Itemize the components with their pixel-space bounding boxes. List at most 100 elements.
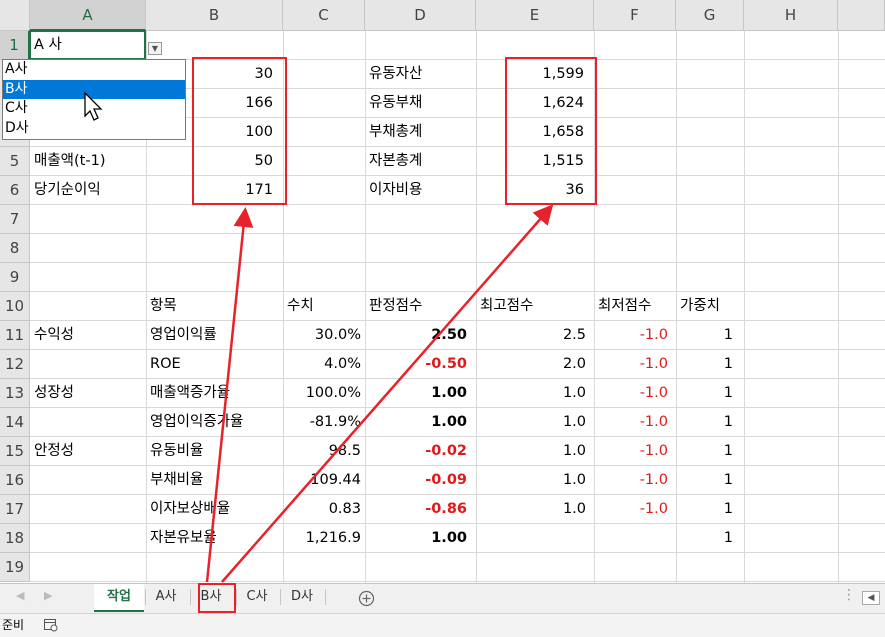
cell-item[interactable]: 유동비율 (150, 437, 280, 466)
scroll-right-icon[interactable]: ▶ (44, 589, 52, 602)
cell-a5[interactable]: 매출액(t-1) (30, 147, 146, 176)
cell-category[interactable]: 성장성 (34, 379, 144, 408)
cell-weight[interactable]: 1 (676, 379, 733, 408)
cell-a6[interactable]: 당기순이익 (30, 176, 146, 205)
row-header-19[interactable]: 19 (0, 553, 30, 582)
header-item[interactable]: 항목 (150, 292, 280, 321)
cell-item[interactable]: ROE (150, 350, 280, 379)
cell-min-score[interactable]: -1.0 (594, 437, 668, 466)
column-header-h[interactable]: H (744, 0, 838, 31)
header-min-score[interactable]: 최저점수 (598, 292, 674, 321)
highlight-box-sheet-tab (198, 583, 236, 613)
cell-item[interactable]: 영업이익률 (150, 321, 280, 350)
column-header-blank[interactable] (838, 0, 885, 31)
tab-company-d[interactable]: D사 (282, 584, 322, 610)
cell-judge-score[interactable]: -0.50 (365, 350, 467, 379)
cell-judge-score[interactable]: 1.00 (365, 379, 467, 408)
column-header-a[interactable]: A (30, 0, 146, 31)
highlight-box-column-e (505, 57, 597, 205)
cell-item[interactable]: 영업이익증가율 (150, 408, 280, 437)
cell-max-score[interactable]: 2.0 (476, 350, 586, 379)
cell-d6[interactable]: 이자비용 (365, 176, 476, 205)
cell-min-score[interactable]: -1.0 (594, 379, 668, 408)
row-header-9[interactable]: 9 (0, 263, 30, 292)
column-header-e[interactable]: E (476, 0, 594, 31)
highlight-box-column-b (192, 57, 287, 205)
cell-value[interactable]: 98.5 (283, 437, 361, 466)
active-cell-a1[interactable]: A 사 (29, 30, 146, 60)
header-max-score[interactable]: 최고점수 (480, 292, 590, 321)
cell-judge-score[interactable]: 1.00 (365, 408, 467, 437)
macro-record-icon[interactable] (44, 619, 58, 632)
row-header-8[interactable]: 8 (0, 234, 30, 263)
cell-min-score[interactable]: -1.0 (594, 408, 668, 437)
cell-weight[interactable]: 1 (676, 408, 733, 437)
column-header-b[interactable]: B (146, 0, 283, 31)
input-labels-column-a: 매출액(t-1) 당기순이익 (30, 147, 146, 205)
dropdown-option-a[interactable]: A사 (3, 60, 185, 80)
cell-judge-score[interactable]: -0.86 (365, 495, 467, 524)
column-header-g[interactable]: G (676, 0, 744, 31)
cell-weight[interactable]: 1 (676, 437, 733, 466)
table-row: 안정성 유동비율 98.5 -0.02 1.0 -1.0 1 (0, 437, 885, 466)
row-header-10[interactable]: 10 (0, 292, 30, 321)
tab-company-c[interactable]: C사 (237, 584, 277, 610)
select-all-corner[interactable] (0, 0, 30, 31)
row-header-1[interactable]: 1 (0, 31, 30, 60)
cell-d3[interactable]: 유동부채 (365, 89, 476, 118)
tab-split-icon[interactable]: ⋮ (842, 587, 856, 603)
column-header-c[interactable]: C (283, 0, 365, 31)
add-sheet-icon[interactable] (358, 590, 375, 607)
tab-company-a[interactable]: A사 (146, 584, 186, 610)
cell-d5[interactable]: 자본총계 (365, 147, 476, 176)
cell-max-score[interactable]: 1.0 (476, 379, 586, 408)
cell-max-score[interactable]: 1.0 (476, 466, 586, 495)
cell-weight[interactable]: 1 (676, 321, 733, 350)
tab-work[interactable]: 작업 (94, 584, 144, 612)
cell-item[interactable]: 이자보상배율 (150, 495, 280, 524)
cell-min-score[interactable]: -1.0 (594, 495, 668, 524)
cell-value[interactable]: 100.0% (283, 379, 361, 408)
cell-judge-score[interactable]: -0.02 (365, 437, 467, 466)
cell-category[interactable]: 안정성 (34, 437, 144, 466)
cell-item[interactable]: 자본유보율 (150, 524, 280, 553)
table-row: 영업이익증가율 -81.9% 1.00 1.0 -1.0 1 (0, 408, 885, 437)
cell-min-score[interactable]: -1.0 (594, 466, 668, 495)
cell-d4[interactable]: 부채총계 (365, 118, 476, 147)
row-header-7[interactable]: 7 (0, 205, 30, 234)
cell-min-score[interactable]: -1.0 (594, 350, 668, 379)
header-value[interactable]: 수치 (287, 292, 363, 321)
row-header-6[interactable]: 6 (0, 176, 30, 205)
cell-weight[interactable]: 1 (676, 466, 733, 495)
header-judge-score[interactable]: 판정점수 (369, 292, 473, 321)
cell-max-score[interactable]: 1.0 (476, 408, 586, 437)
column-header-d[interactable]: D (365, 0, 476, 31)
cell-value[interactable]: 30.0% (283, 321, 361, 350)
cell-value[interactable]: 1,216.9 (283, 524, 361, 553)
table-row: 성장성 매출액증가율 100.0% 1.00 1.0 -1.0 1 (0, 379, 885, 408)
cell-judge-score[interactable]: 1.00 (365, 524, 467, 553)
cell-judge-score[interactable]: 2.50 (365, 321, 467, 350)
cell-max-score[interactable]: 1.0 (476, 437, 586, 466)
row-header-5[interactable]: 5 (0, 147, 30, 176)
cell-max-score[interactable]: 1.0 (476, 495, 586, 524)
cell-min-score[interactable]: -1.0 (594, 321, 668, 350)
scroll-left-icon[interactable]: ◀ (16, 589, 24, 602)
cell-weight[interactable]: 1 (676, 350, 733, 379)
cell-max-score[interactable]: 2.5 (476, 321, 586, 350)
header-weight[interactable]: 가중치 (680, 292, 744, 321)
hscroll-left-icon[interactable]: ◀ (862, 591, 880, 605)
cell-d2[interactable]: 유동자산 (365, 60, 476, 89)
cell-category[interactable]: 수익성 (34, 321, 144, 350)
cell-weight[interactable]: 1 (676, 524, 733, 553)
dropdown-arrow-icon[interactable]: ▼ (148, 42, 162, 55)
cell-item[interactable]: 매출액증가율 (150, 379, 280, 408)
cell-value[interactable]: 0.83 (283, 495, 361, 524)
cell-weight[interactable]: 1 (676, 495, 733, 524)
cell-value[interactable]: 109.44 (283, 466, 361, 495)
cell-value[interactable]: -81.9% (283, 408, 361, 437)
cell-value[interactable]: 4.0% (283, 350, 361, 379)
cell-judge-score[interactable]: -0.09 (365, 466, 467, 495)
column-header-f[interactable]: F (594, 0, 676, 31)
cell-item[interactable]: 부채비율 (150, 466, 280, 495)
